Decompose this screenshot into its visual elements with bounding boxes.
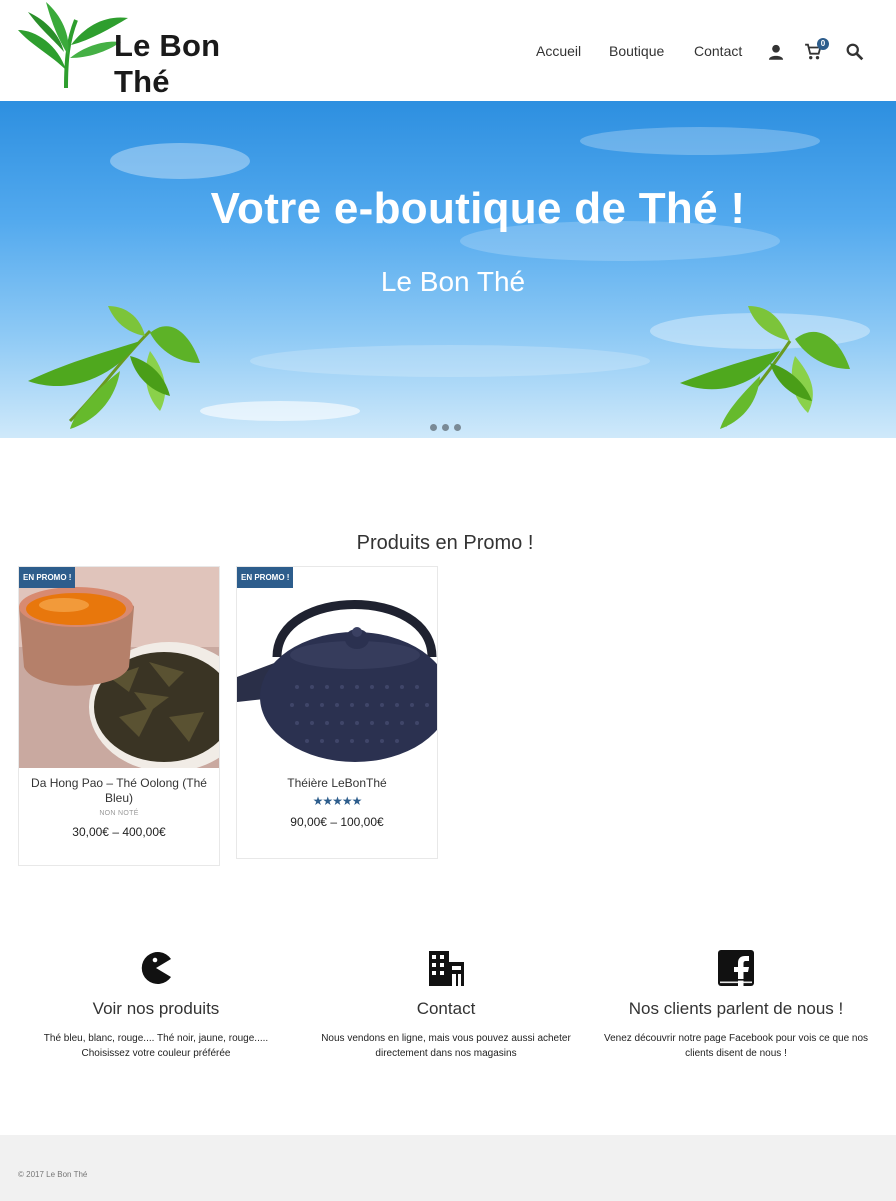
product-price: 90,00€ – 100,00€ — [290, 815, 384, 829]
product-name[interactable]: Théière LeBonThé — [237, 776, 437, 791]
feature-title[interactable]: Contact — [308, 999, 584, 1019]
hero-subtitle: Le Bon Thé — [380, 266, 526, 297]
building-icon — [429, 951, 464, 986]
site-footer: © 2017 Le Bon Thé — [0, 1135, 896, 1201]
user-icon[interactable] — [767, 43, 785, 61]
feature-facebook: Nos clients parlent de nous ! Venez déco… — [598, 950, 874, 1061]
hero-slider[interactable]: Votre e-boutique de Thé ! Le Bon Thé — [0, 101, 896, 438]
oolong-tea-photo — [19, 567, 219, 768]
promo-badge: EN PROMO ! — [237, 567, 294, 588]
promo-section-title: Produits en Promo ! — [356, 532, 534, 554]
nav-item-contact[interactable]: Contact — [694, 43, 742, 59]
cart-count-badge: 0 — [817, 38, 829, 50]
product-image-teapot[interactable]: EN PROMO ! — [237, 567, 437, 768]
star-rating-icon: ★★★★★ — [312, 794, 363, 808]
nav-item-accueil[interactable]: Accueil — [536, 43, 581, 59]
product-price: 30,00€ – 400,00€ — [72, 825, 166, 839]
site-header: Le Bon Thé Accueil Boutique Contact 0 — [0, 0, 896, 101]
slider-dot-3[interactable] — [454, 424, 461, 431]
product-name[interactable]: Da Hong Pao – Thé Oolong (Thé Bleu) — [19, 776, 219, 806]
brand-name: Le Bon Thé — [114, 28, 221, 99]
slider-dot-2[interactable] — [442, 424, 449, 431]
feature-text: Venez découvrir notre page Facebook pour… — [603, 1033, 869, 1059]
nav-item-boutique[interactable]: Boutique — [609, 43, 664, 59]
feature-text: Thé bleu, blanc, rouge.... Thé noir, jau… — [43, 1033, 269, 1059]
search-icon[interactable] — [846, 43, 864, 61]
feature-title[interactable]: Nos clients parlent de nous ! — [598, 999, 874, 1019]
feature-text: Nous vendons en ligne, mais vous pouvez … — [321, 1033, 571, 1059]
teapot-photo — [237, 567, 437, 768]
tea-leaves-left — [28, 306, 200, 429]
product-card[interactable]: EN PROMO ! Da Hong Pao – Thé Oolong (Thé… — [18, 566, 220, 866]
facebook-icon[interactable] — [718, 950, 754, 986]
product-card[interactable]: EN PROMO ! Théière LeBonThé ★★★★★ 90,00€… — [236, 566, 438, 859]
pacman-icon — [141, 952, 171, 984]
feature-products: Voir nos produits Thé bleu, blanc, rouge… — [18, 950, 294, 1061]
footer-copyright: © 2017 Le Bon Thé — [18, 1170, 88, 1179]
slider-dot-1[interactable] — [430, 424, 437, 431]
feature-title[interactable]: Voir nos produits — [18, 999, 294, 1019]
site-logo[interactable]: Le Bon Thé — [16, 0, 276, 99]
product-image-oolong[interactable]: EN PROMO ! — [19, 567, 219, 768]
promo-badge: EN PROMO ! — [19, 567, 76, 588]
product-rating-text: NON NOTÉ — [99, 810, 139, 817]
hero-title: Votre e-boutique de Thé ! — [210, 184, 746, 233]
feature-contact: Contact Nous vendons en ligne, mais vous… — [308, 950, 584, 1061]
